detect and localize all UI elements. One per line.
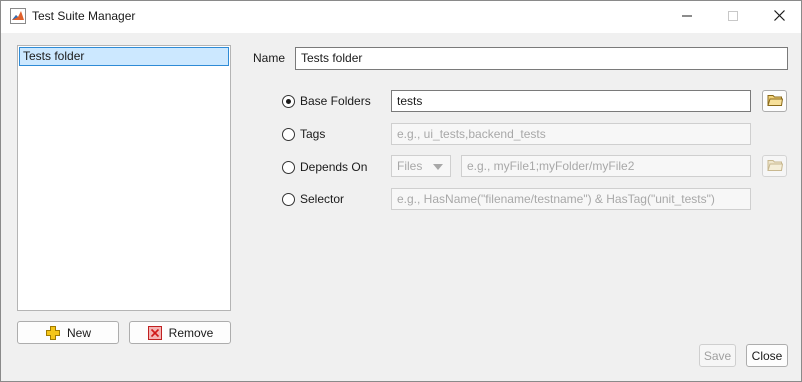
minimize-icon [682, 10, 692, 24]
remove-button[interactable]: Remove [129, 321, 231, 344]
save-button[interactable]: Save [699, 344, 736, 367]
folder-icon [766, 158, 783, 175]
folder-icon [766, 93, 783, 110]
name-label: Name [253, 51, 286, 65]
selector-label: Selector [300, 192, 345, 206]
base-folders-radio[interactable] [282, 94, 295, 108]
new-button-label: New [66, 325, 91, 340]
maximize-icon [728, 10, 738, 24]
browse-depends-on-button[interactable] [762, 155, 787, 177]
plus-icon [45, 325, 61, 341]
list-item[interactable]: Tests folder [19, 47, 229, 66]
selector-input[interactable]: e.g., HasName("filename/testname") & Has… [391, 188, 751, 210]
title-bar: Test Suite Manager [1, 1, 801, 33]
depends-on-label: Depends On [300, 160, 368, 174]
dialog-body: Tests folder New Remove Name Tests folde… [1, 33, 801, 381]
depends-on-input[interactable]: e.g., myFile1;myFolder/myFile2 [461, 155, 751, 177]
tags-option[interactable]: Tags [282, 124, 325, 144]
remove-icon [147, 325, 163, 341]
depends-on-option[interactable]: Depends On [282, 157, 367, 177]
browse-folders-button[interactable] [762, 90, 787, 112]
selector-radio[interactable] [282, 192, 295, 206]
name-input[interactable]: Tests folder [295, 47, 788, 70]
selector-option[interactable]: Selector [282, 189, 344, 209]
base-folders-option[interactable]: Base Folders [282, 91, 371, 111]
close-icon [773, 9, 785, 24]
chevron-down-icon [433, 164, 443, 170]
close-window-button[interactable] [756, 1, 802, 32]
tags-radio[interactable] [282, 127, 295, 141]
remove-button-label: Remove [168, 325, 214, 340]
matlab-icon [10, 8, 26, 24]
close-button[interactable]: Close [746, 344, 788, 367]
test-suite-list[interactable]: Tests folder [17, 45, 231, 311]
base-folders-input[interactable]: tests [391, 90, 751, 112]
tags-label: Tags [300, 127, 326, 141]
tags-input[interactable]: e.g., ui_tests,backend_tests [391, 123, 751, 145]
base-folders-label: Base Folders [300, 94, 371, 108]
test-suite-manager-window: Test Suite Manager Tests folder New Remo… [0, 0, 802, 382]
depends-on-type-value: Files [397, 159, 423, 173]
maximize-button [710, 1, 756, 32]
minimize-button[interactable] [664, 1, 710, 32]
new-button[interactable]: New [17, 321, 119, 344]
depends-on-radio[interactable] [282, 160, 295, 174]
window-title: Test Suite Manager [32, 9, 136, 23]
depends-on-type-dropdown[interactable]: Files [391, 155, 451, 177]
